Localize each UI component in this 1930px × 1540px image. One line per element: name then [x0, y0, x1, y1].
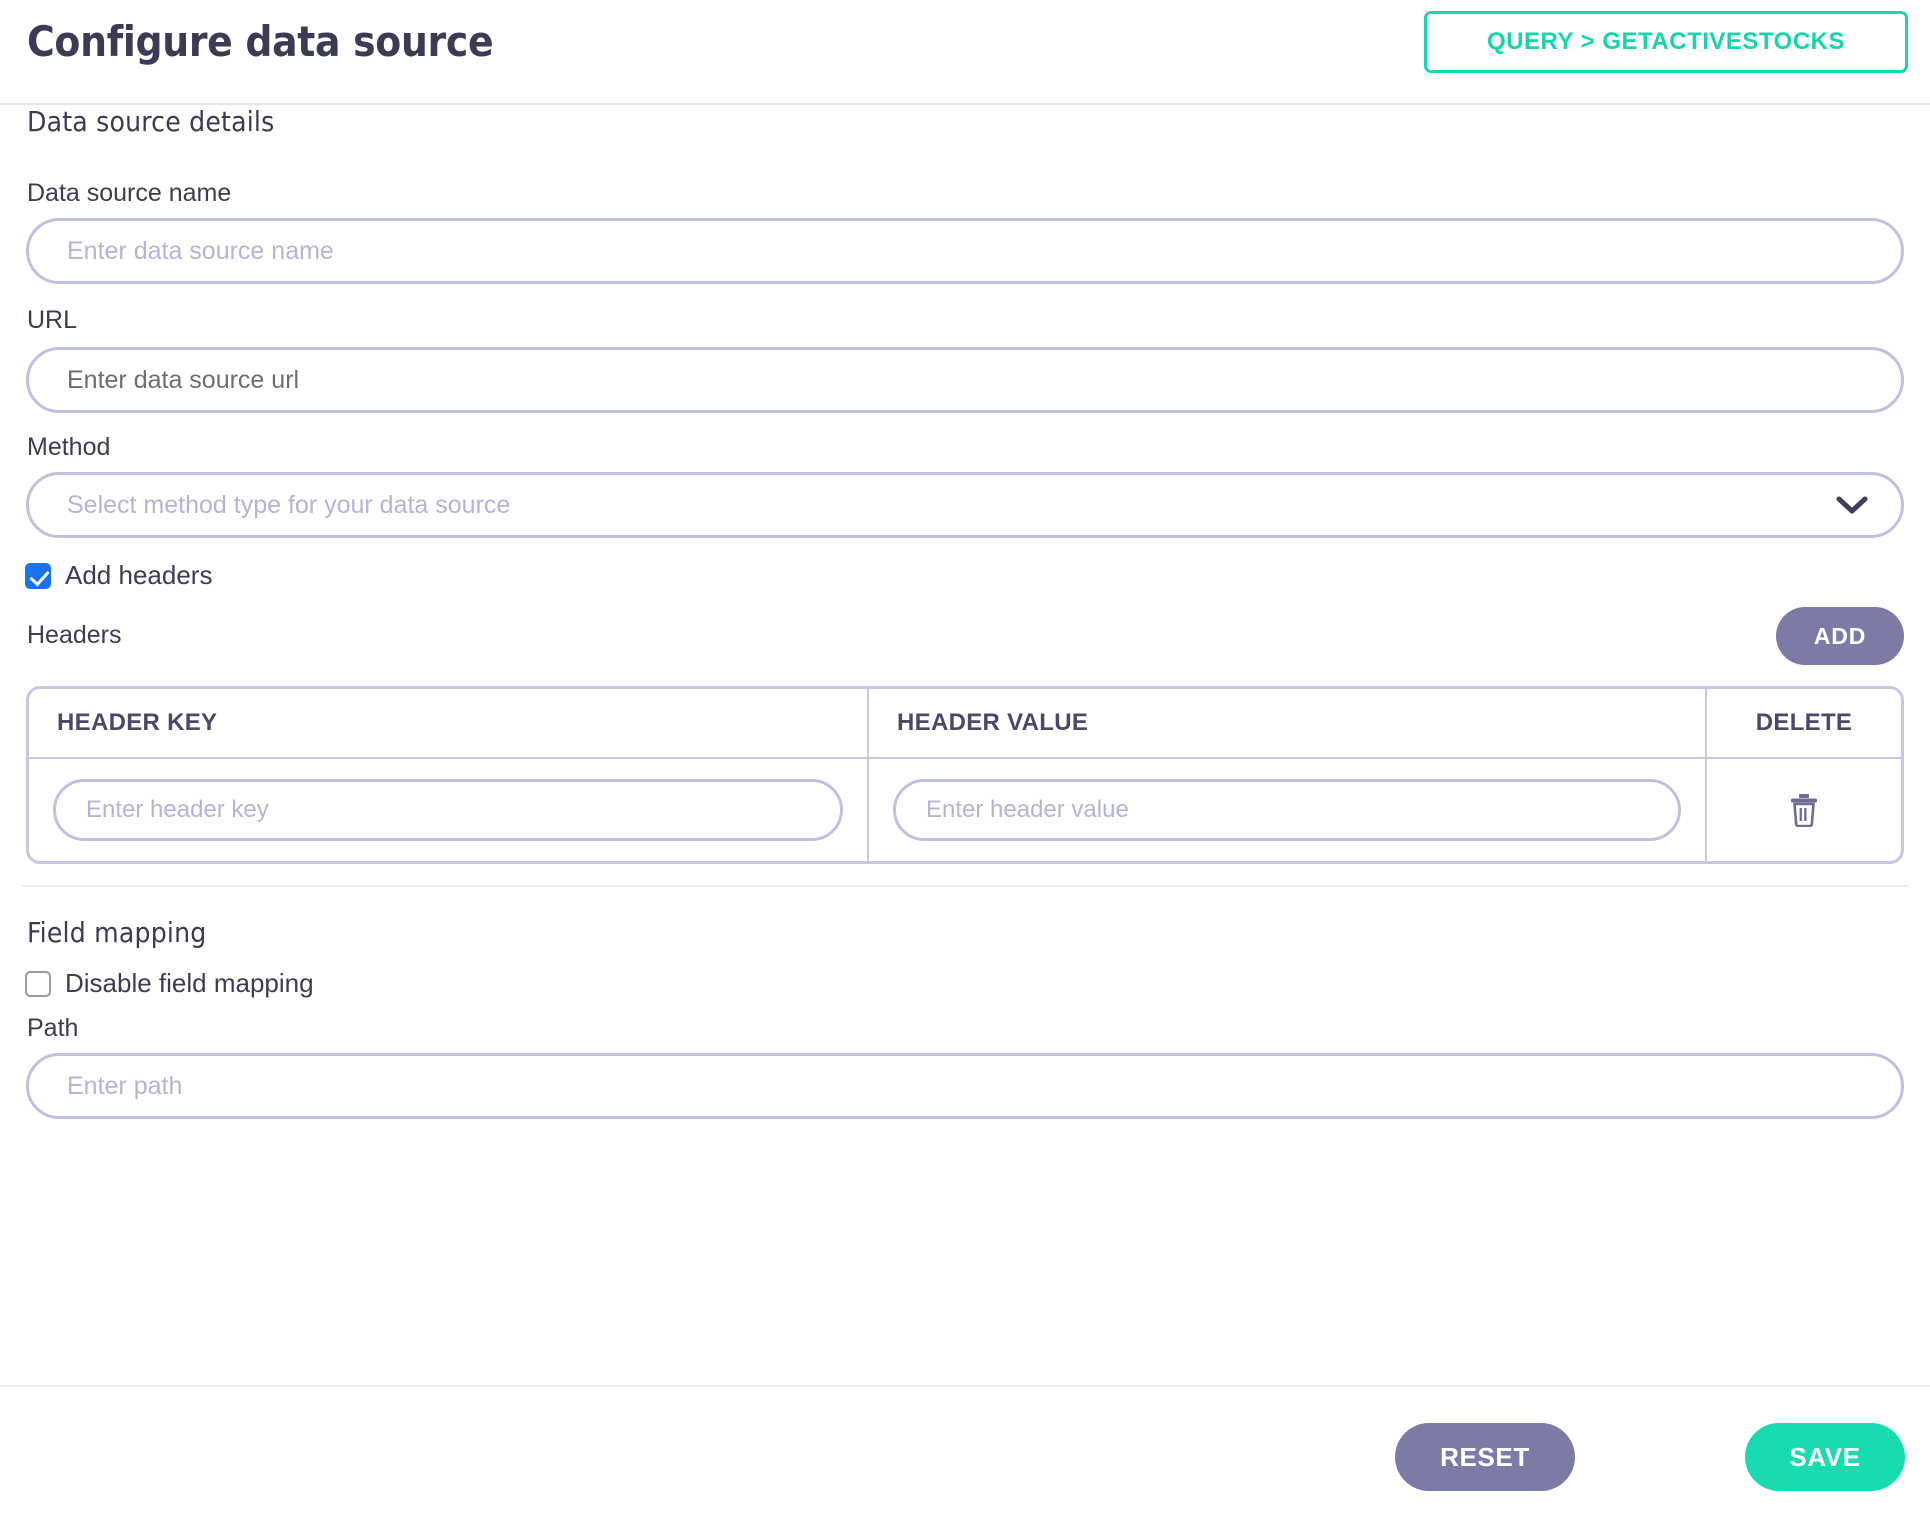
data-source-name-input[interactable] — [26, 218, 1904, 284]
headers-table-head-row: HEADER KEY HEADER VALUE DELETE — [29, 689, 1901, 759]
disable-field-mapping-label: Disable field mapping — [65, 968, 314, 999]
section-divider — [22, 885, 1908, 887]
disable-field-mapping-checkbox[interactable] — [25, 971, 51, 997]
trash-icon — [1789, 793, 1819, 827]
add-headers-label: Add headers — [65, 560, 212, 591]
add-headers-checkbox[interactable] — [25, 563, 51, 589]
data-source-name-label: Data source name — [27, 179, 231, 208]
data-source-details-heading: Data source details — [27, 105, 274, 138]
header-key-input[interactable] — [53, 779, 843, 841]
form-body: Data source details Data source name URL… — [0, 105, 1930, 1385]
add-headers-checkbox-row[interactable]: Add headers — [25, 560, 212, 591]
header-delete-cell — [1705, 759, 1901, 861]
page-title: Configure data source — [27, 17, 493, 66]
add-header-button[interactable]: ADD — [1776, 607, 1904, 665]
header-value-cell — [867, 759, 1705, 861]
header-key-cell — [29, 759, 867, 861]
method-label: Method — [27, 433, 110, 462]
column-header-delete: DELETE — [1705, 689, 1901, 757]
path-input[interactable] — [26, 1053, 1904, 1119]
method-select[interactable]: Select method type for your data source — [26, 472, 1904, 538]
url-label: URL — [27, 306, 77, 335]
configure-data-source-page: Configure data source QUERY > GETACTIVES… — [0, 0, 1930, 1540]
method-select-value[interactable]: Select method type for your data source — [26, 472, 1904, 538]
field-mapping-heading: Field mapping — [27, 916, 207, 949]
column-header-value: HEADER VALUE — [867, 689, 1705, 757]
url-input[interactable] — [26, 347, 1904, 413]
header-value-input[interactable] — [893, 779, 1681, 841]
reset-button[interactable]: RESET — [1395, 1423, 1575, 1491]
delete-header-button[interactable] — [1789, 793, 1819, 827]
save-button[interactable]: SAVE — [1745, 1423, 1905, 1491]
path-label: Path — [27, 1014, 78, 1043]
headers-label: Headers — [27, 621, 122, 650]
disable-field-mapping-checkbox-row[interactable]: Disable field mapping — [25, 968, 314, 999]
headers-table: HEADER KEY HEADER VALUE DELETE — [26, 686, 1904, 864]
table-row — [29, 759, 1901, 861]
query-breadcrumb-badge[interactable]: QUERY > GETACTIVESTOCKS — [1424, 11, 1908, 73]
page-header: Configure data source QUERY > GETACTIVES… — [0, 0, 1930, 105]
column-header-key: HEADER KEY — [29, 689, 867, 757]
page-footer: RESET SAVE — [0, 1385, 1930, 1540]
